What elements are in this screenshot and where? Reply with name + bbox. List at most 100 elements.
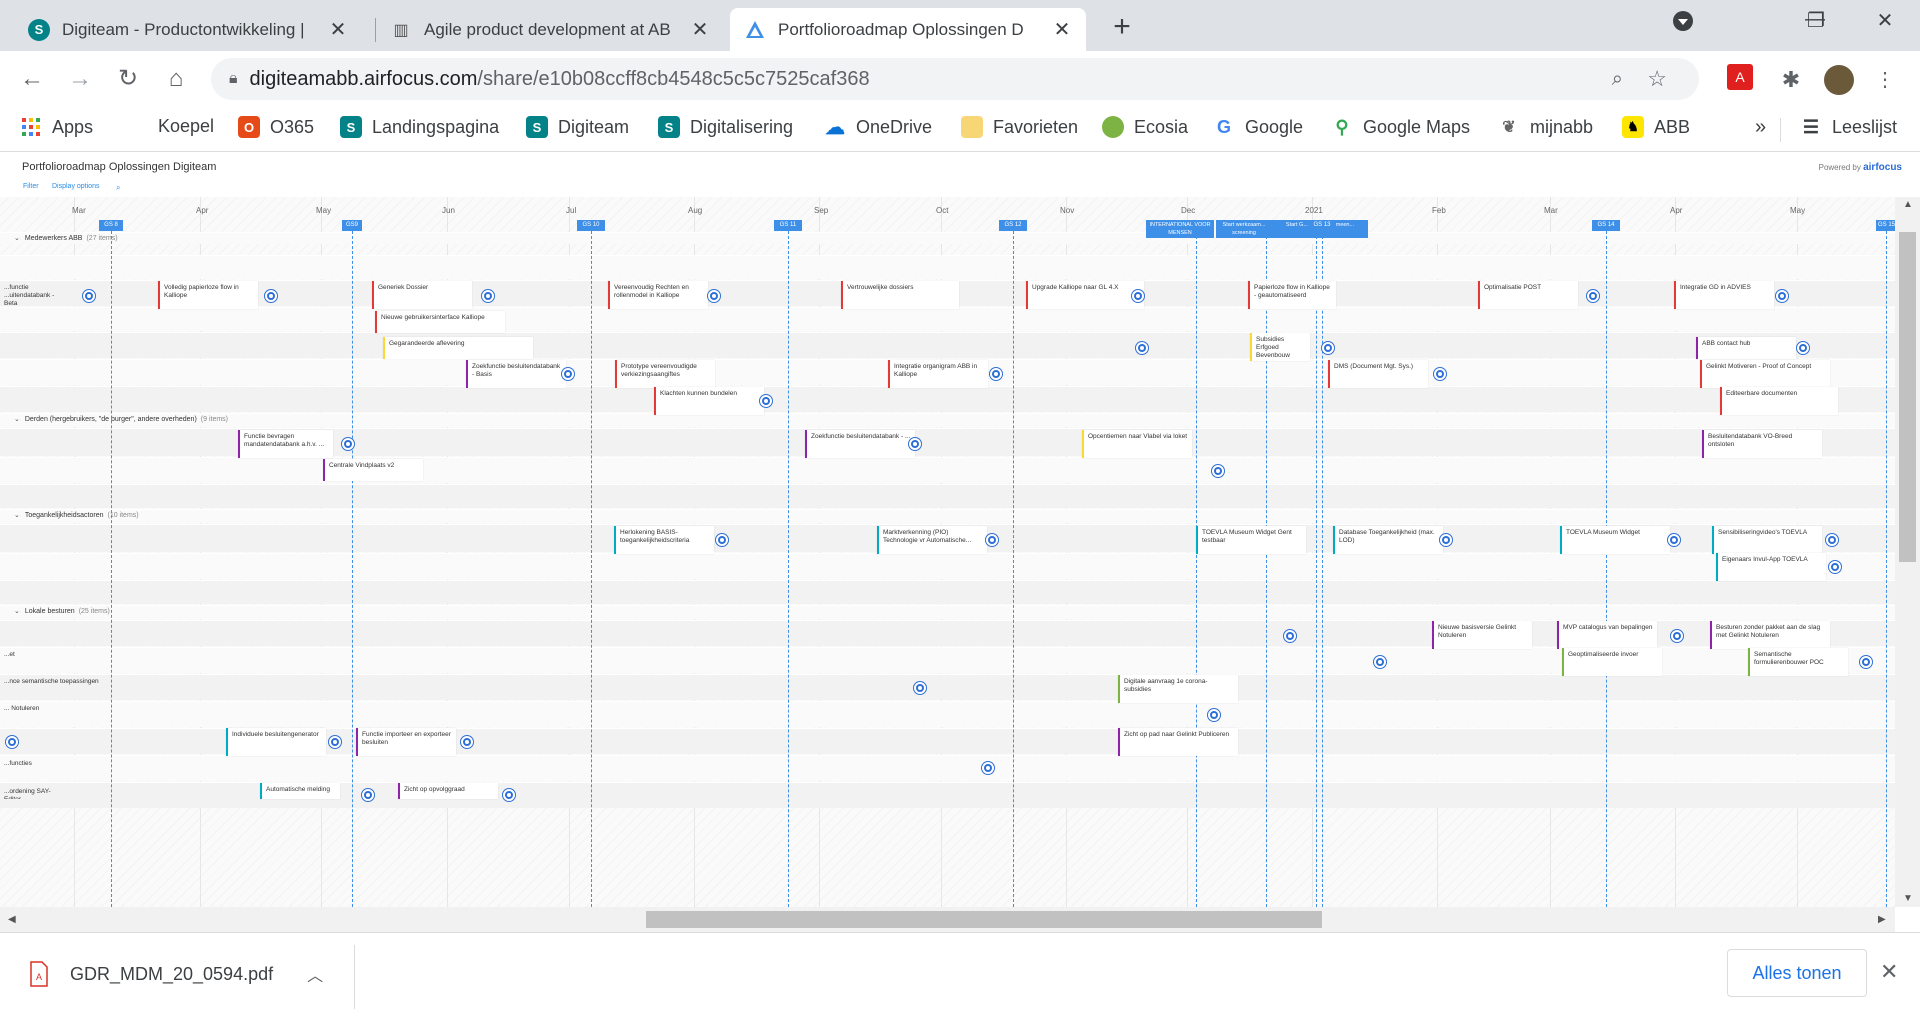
bookmark-digiteam[interactable]: S Digiteam (526, 116, 629, 138)
forward-icon[interactable]: → (64, 63, 96, 95)
tab-search-icon[interactable] (1663, 10, 1703, 38)
item-dependency-icon[interactable] (1440, 534, 1452, 546)
roadmap-item[interactable]: Zicht op opvolggraad (398, 783, 498, 799)
home-icon[interactable]: ⌂ (160, 63, 192, 95)
bookmarks-overflow-button[interactable]: » (1755, 116, 1766, 139)
item-dependency-icon[interactable] (914, 682, 926, 694)
roadmap-item[interactable]: Marktverkenning (PIO) Technologie vr Aut… (877, 526, 987, 554)
milestone-gs9[interactable]: GS9 (342, 220, 362, 231)
item-dependency-icon[interactable] (986, 534, 998, 546)
roadmap-item[interactable]: Papierloze flow in Kalliope - geautomati… (1248, 281, 1336, 309)
profile-avatar[interactable] (1824, 65, 1854, 95)
bookmark-o365[interactable]: O O365 (238, 116, 314, 138)
roadmap-item[interactable]: Digitale aanvraag 1e corona-subsidies (1118, 675, 1238, 703)
roadmap-item[interactable]: Prototype vereenvoudigde verkiezingsaang… (615, 360, 715, 388)
close-tab-icon[interactable]: ✕ (1050, 17, 1074, 42)
roadmap-item[interactable]: Eigenaars Invul-App TOEVLA (1716, 553, 1826, 581)
bookmark-koepel[interactable]: Koepel (158, 116, 214, 137)
item-dependency-icon[interactable] (1797, 342, 1809, 354)
milestone-gs12[interactable]: GS 12 (999, 220, 1027, 231)
item-dependency-icon[interactable] (760, 395, 772, 407)
roadmap-item[interactable]: ...et (0, 648, 40, 676)
bookmark-favorieten[interactable]: Favorieten (961, 116, 1078, 138)
milestone-start-werkzaam[interactable]: Start werkzaam... screening (1216, 220, 1272, 238)
item-dependency-icon[interactable] (265, 290, 277, 302)
close-tab-icon[interactable]: ✕ (688, 17, 712, 42)
roadmap-item[interactable]: ...nce semantische toepassingen (0, 675, 110, 703)
roadmap-item[interactable]: DMS (Document Mgt. Sys.) (1328, 360, 1428, 388)
horizontal-scrollbar[interactable]: ◀ ▶ (0, 907, 1895, 932)
roadmap-item[interactable]: ...functie ...uitendatabank - Beta (0, 281, 70, 309)
reading-list-button[interactable]: ☰ Leeslijst (1800, 116, 1897, 138)
item-dependency-icon[interactable] (503, 789, 515, 801)
bookmark-digitalisering[interactable]: S Digitalisering (658, 116, 793, 138)
item-dependency-icon[interactable] (1587, 290, 1599, 302)
close-tab-icon[interactable]: ✕ (326, 17, 350, 42)
group-medewerkers-abb[interactable]: ⌄ Medewerkers ABB (27 items) (14, 234, 118, 243)
item-dependency-icon[interactable] (1668, 534, 1680, 546)
item-dependency-icon[interactable] (1776, 290, 1788, 302)
close-window-icon[interactable]: ✕ (1865, 8, 1905, 33)
chevron-up-icon[interactable]: ︿ (307, 962, 323, 986)
scroll-left-icon[interactable]: ◀ (8, 914, 16, 925)
reload-icon[interactable]: ↻ (112, 63, 144, 95)
group-lokale-besturen[interactable]: ⌄ Lokale besturen (25 items) (14, 607, 110, 616)
tab-agile[interactable]: ▥ Agile product development at AB ✕ (376, 8, 724, 51)
item-dependency-icon[interactable] (716, 534, 728, 546)
roadmap-item[interactable]: Geoptimaliseerde invoer (1562, 648, 1662, 676)
roadmap-item[interactable]: Centrale Vindplaats v2 (323, 459, 423, 481)
item-dependency-icon[interactable] (909, 438, 921, 450)
roadmap-item[interactable]: Integratie organigram ABB in Kalliope (888, 360, 988, 388)
roadmap-item[interactable]: ABB contact hub (1696, 337, 1796, 359)
back-icon[interactable]: ← (16, 63, 48, 95)
item-dependency-icon[interactable] (1829, 561, 1841, 573)
roadmap-item[interactable]: Automatische melding (260, 783, 340, 799)
milestone-international[interactable]: INTERNATIONAL VOOR MENSEN (1146, 220, 1214, 238)
bookmark-star-icon[interactable]: ☆ (1647, 66, 1667, 92)
group-toegankelijkheidsactoren[interactable]: ⌄ Toegankelijkheidsactoren (10 items) (14, 511, 139, 520)
scroll-down-icon[interactable]: ▼ (1903, 893, 1913, 904)
roadmap-item[interactable]: Subsidies Erfgoed Bevenbouw (1250, 333, 1310, 361)
bookmark-google-maps[interactable]: ⚲ Google Maps (1331, 116, 1470, 138)
roadmap-item[interactable]: Sensibiliseringvideo's TOEVLA (1712, 526, 1822, 554)
milestone-gs11[interactable]: GS 11 (774, 220, 802, 231)
roadmap-item[interactable]: Zicht op pad naar Gelinkt Publiceren (1118, 728, 1238, 756)
roadmap-item[interactable]: Gelinkt Motiveren - Proof of Concept (1700, 360, 1830, 388)
roadmap-item[interactable]: Functie importeer en exporteer besluiten (356, 728, 456, 756)
item-dependency-icon[interactable] (482, 290, 494, 302)
roadmap-item[interactable]: ... Notuleren (0, 702, 60, 730)
roadmap-item[interactable]: Klachten kunnen bundelen (654, 387, 764, 415)
milestone-gs10[interactable]: GS 10 (577, 220, 605, 231)
roadmap-item[interactable]: Besturen zonder pakket aan de slag met G… (1710, 621, 1830, 649)
item-dependency-icon[interactable] (562, 368, 574, 380)
milestone-gs8[interactable]: GS 8 (99, 220, 123, 231)
roadmap-item[interactable]: ...functies (0, 757, 50, 777)
item-dependency-icon[interactable] (990, 368, 1002, 380)
search-icon[interactable]: ⌕ (116, 183, 120, 193)
extensions-puzzle-icon[interactable]: ✱ (1776, 65, 1806, 95)
address-bar[interactable]: 🔒︎ digiteamabb.airfocus.com/share/e10b08… (211, 58, 1699, 100)
item-dependency-icon[interactable] (1860, 656, 1872, 668)
roadmap-item[interactable]: Upgrade Kalliope naar GL 4.X (1026, 281, 1144, 309)
roadmap-item[interactable]: Vertrouwelijke dossiers (841, 281, 959, 309)
roadmap-item[interactable]: Nieuwe basisversie Gelinkt Notuleren (1432, 621, 1532, 649)
item-dependency-icon[interactable] (1374, 656, 1386, 668)
item-dependency-icon[interactable] (1212, 465, 1224, 477)
roadmap-item[interactable]: Optimalisatie POST (1478, 281, 1578, 309)
roadmap-item[interactable]: MVP catalogus van bepalingen (1557, 621, 1657, 649)
item-dependency-icon[interactable] (461, 736, 473, 748)
roadmap-item[interactable]: Opcentiemen naar Vlabel via loket (1082, 430, 1192, 458)
bookmark-mijnabb[interactable]: ❦ mijnabb (1498, 116, 1593, 138)
show-all-downloads-button[interactable]: Alles tonen (1727, 949, 1867, 997)
roadmap-item[interactable]: TOEVLA Museum Widget (1560, 526, 1670, 554)
roadmap-item[interactable]: TOEVLA Museum Widget Gent testbaar (1196, 526, 1306, 554)
milestone-gs13[interactable]: GS 13 (1308, 220, 1336, 231)
milestone-gs15[interactable]: GS 15 (1876, 220, 1895, 231)
scroll-right-icon[interactable]: ▶ (1878, 914, 1886, 925)
bookmark-landingspagina[interactable]: S Landingspagina (340, 116, 499, 138)
roadmap-item[interactable]: Semantische formulierenbouwer POC (1748, 648, 1848, 676)
acrobat-extension-icon[interactable]: A (1727, 64, 1753, 90)
group-derden[interactable]: ⌄ Derden (hergebruikers, "de burger", and… (14, 415, 228, 424)
bookmark-abb[interactable]: ♞ ABB (1622, 116, 1690, 138)
roadmap-item[interactable]: Database Toegankelijkheid (max. LOD) (1333, 526, 1443, 554)
